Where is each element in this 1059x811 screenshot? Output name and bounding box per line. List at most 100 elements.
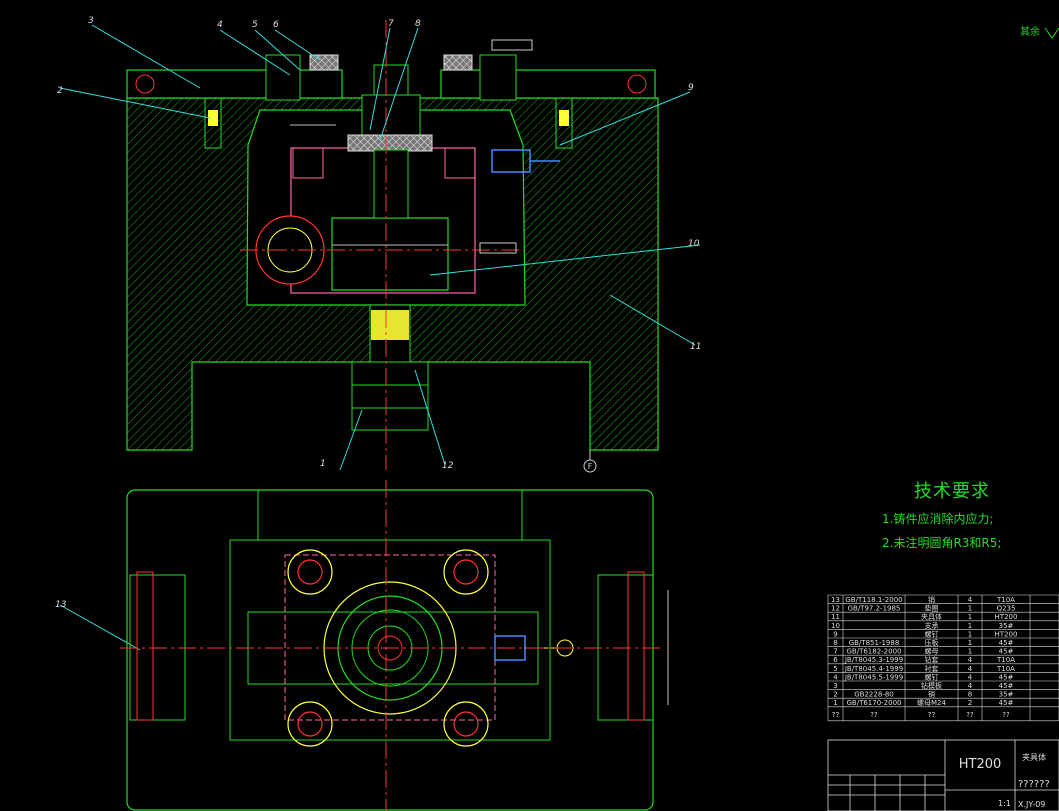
bom-cell: 3 [833,682,837,690]
bom-cell: 4 [968,673,973,681]
title-part-name: 夹具体 [1022,752,1046,762]
bom-cell: 45# [999,639,1014,647]
bom-cell: GB/T97.2-1985 [848,605,901,613]
front-view: F [126,20,659,473]
bom-cell: 4 [968,656,973,664]
bom-cell: GB/T6170-2000 [846,699,901,707]
bom-cell: Q235 [997,605,1016,613]
bom-header-cell: ?? [966,711,974,719]
bom-cell: 夹具体 [921,612,942,621]
title-drawing-no: X.JY-09 [1018,800,1045,809]
bom-cell: JB/T8045.5-1999 [844,673,903,681]
bom-cell: 垫圈 [925,604,939,613]
bom-cell: 35# [999,691,1014,699]
bom-header-cell: ?? [928,711,936,719]
tech-item-1: 1.铸件应消除内应力; [882,512,994,526]
bom-cell: 螺母M24 [917,698,946,707]
bom-cell: GB/T6182-2000 [846,648,901,656]
svg-text:1: 1 [320,459,326,469]
bom-cell: 45# [999,682,1014,690]
bom-cell: JB/T8045.4-1999 [844,665,903,673]
tolerance-frame [479,242,517,254]
tolerance-frame-top [491,39,533,51]
center-stud [373,149,409,219]
top-washer [347,134,433,152]
bom-cell: 45# [999,673,1014,681]
bom-cell: 螺母 [925,647,939,656]
svg-text:11: 11 [690,342,701,352]
bom-cell: 1 [968,630,972,638]
bom-cell: HT200 [995,630,1018,638]
svg-text:9: 9 [688,83,694,93]
roughness-symbol-icon [1044,27,1059,39]
surface-roughness-note: 其余 [1020,25,1040,38]
right-pin-thread [559,110,569,126]
bom-cell: T10A [996,656,1015,664]
bom-cell: 4 [833,673,838,681]
bom-cell: GB2228-80 [854,691,893,699]
title-unknown: ?????? [1018,779,1050,790]
bom-cell: 4 [968,682,973,690]
bom-cell: 4 [968,596,973,604]
tech-title: 技术要求 [914,481,990,502]
svg-text:6: 6 [273,20,279,30]
svg-text:13: 13 [55,600,67,610]
bottom-hex-nut [351,361,429,431]
title-material: HT200 [959,757,1002,772]
left-clamp-plate [126,69,343,99]
bom-cell: 11 [831,613,840,621]
bom-header-cell: ?? [1002,711,1010,719]
bom-cell: 1 [968,648,972,656]
bom-cell: GB/T851-1988 [849,639,900,647]
bom-cell: 压板 [925,638,939,647]
bom-cell: 1 [968,639,972,647]
title-scale: 1:1 [998,799,1011,808]
top-body-block [229,539,551,741]
bom-cell: T10A [996,665,1015,673]
bom-cell: 2 [968,699,972,707]
right-drill-bushing [479,54,517,101]
workpiece-right-boss [444,147,476,179]
bom-header-cell: ?? [832,711,840,719]
bom-cell: 钻模板 [921,681,942,690]
bom-cell: 1 [968,622,972,630]
bom-cell: 8 [833,639,837,647]
center-support [331,217,449,291]
svg-text:12: 12 [442,461,454,471]
bom-cell: 1 [968,605,972,613]
workpiece-left-boss [292,147,324,179]
lower-stud-thread [371,310,409,340]
bom-cell: 销 [928,690,935,699]
bom-header-cell: ?? [870,711,878,719]
bom-cell: 5 [833,665,837,673]
bom-cell: 4 [968,665,973,673]
svg-text:5: 5 [252,20,258,30]
left-side-pin [136,571,154,721]
bom-cell: 12 [831,605,840,613]
bom-cell: 销 [928,595,935,604]
top-hex-nut [373,64,409,96]
bom-cell: 1 [968,613,972,621]
bom-cell: 螺钉 [925,629,939,638]
bom-cell: 35# [999,622,1014,630]
svg-text:3: 3 [88,16,94,26]
left-knurl [309,54,339,71]
tech-requirements: 技术要求 [914,477,990,503]
svg-text:8: 8 [415,19,421,29]
bom-cell: 螺钉 [925,672,939,681]
svg-text:7: 7 [388,19,394,29]
bom-cell: 9 [833,630,837,638]
bom-cell: 45# [999,648,1014,656]
bom-cell: 10 [831,622,840,630]
bom-cell: T10A [996,596,1015,604]
top-view [120,480,669,811]
bom-cell: 45# [999,699,1014,707]
right-side-pin [627,571,645,721]
svg-text:2: 2 [57,86,63,96]
bom-cell: JB/T8045.3-1999 [844,656,903,664]
bill-of-materials: 13 GB/T118.1-2000 销 4 T10A12 GB/T97.2-1985 垫圈 1… [827,594,1059,722]
bom-cell: 1 [833,699,837,707]
bom-cell: 13 [831,596,840,604]
cad-drawing: F 3 2 4 5 6 7 8 9 10 11 1 12 13 其余 13 GB… [55,16,1059,811]
bom-cell: 钻套 [925,655,939,664]
